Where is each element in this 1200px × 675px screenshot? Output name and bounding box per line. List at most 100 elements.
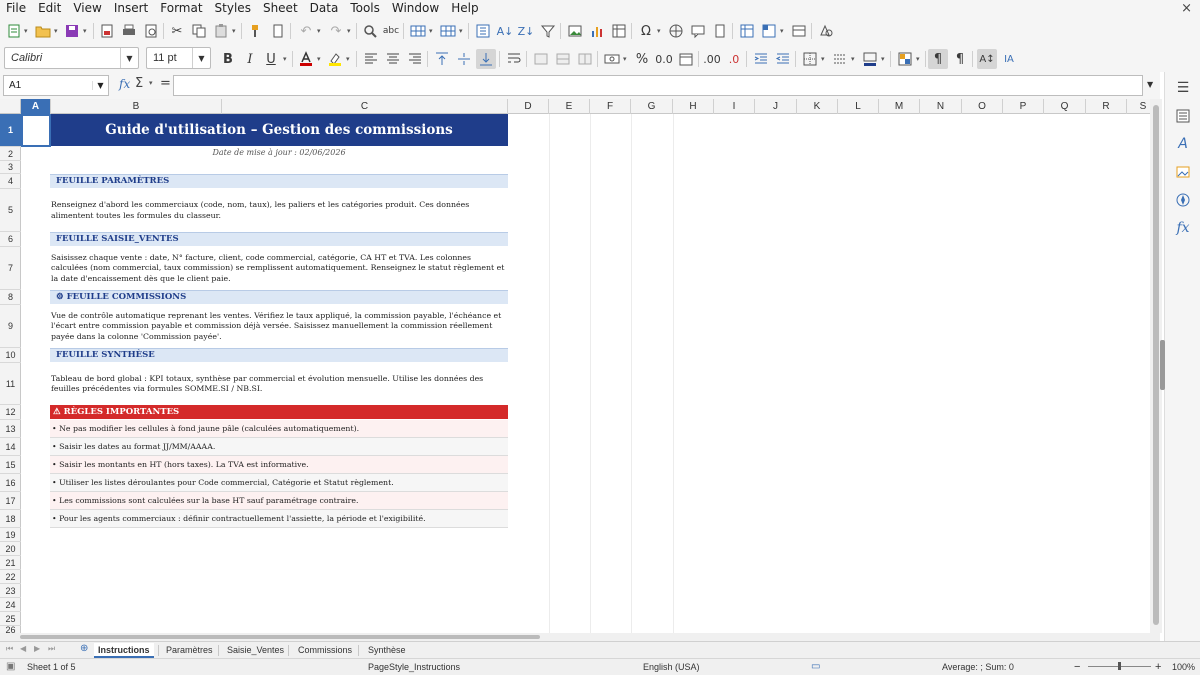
section-header-saisie-ventes[interactable]: FEUILLE SAISIE_VENTES xyxy=(50,232,508,246)
column-header[interactable]: A xyxy=(21,99,51,114)
next-sheet-icon[interactable]: ▶ xyxy=(34,644,40,653)
align-right-icon[interactable] xyxy=(405,49,425,69)
column-header[interactable]: N xyxy=(920,99,962,114)
close-document-icon[interactable]: × xyxy=(1181,0,1192,17)
paste-icon[interactable] xyxy=(211,21,231,41)
column-header[interactable]: H xyxy=(673,99,714,114)
row-header[interactable]: 14 xyxy=(0,438,21,456)
pivot-table-icon[interactable] xyxy=(609,21,629,41)
border-style-dropdown-icon[interactable]: ▾ xyxy=(851,55,855,63)
freeze-dropdown-icon[interactable]: ▾ xyxy=(780,27,784,35)
row-header[interactable]: 9 xyxy=(0,305,21,348)
menu-insert[interactable]: Insert xyxy=(108,0,154,17)
borders-dropdown-icon[interactable]: ▾ xyxy=(821,55,825,63)
row-header[interactable]: 23 xyxy=(0,584,21,598)
split-window-icon[interactable] xyxy=(789,21,809,41)
font-size-combo[interactable]: 11 pt ▼ xyxy=(146,47,211,69)
bold-button[interactable]: B xyxy=(218,49,238,69)
row-header[interactable]: 7 xyxy=(0,247,21,290)
selection-mode-icon[interactable]: ▭ xyxy=(811,659,820,675)
row-header[interactable]: 24 xyxy=(0,598,21,612)
row-header[interactable]: 17 xyxy=(0,492,21,510)
tab-parametres[interactable]: Paramètres xyxy=(162,643,217,658)
border-style-icon[interactable] xyxy=(830,49,850,69)
number-format-icon[interactable]: 0.0 xyxy=(654,49,674,69)
export-pdf-icon[interactable] xyxy=(97,21,117,41)
borders-icon[interactable] xyxy=(800,49,820,69)
section-header-parametres[interactable]: FEUILLE PARAMÈTRES xyxy=(50,174,508,188)
rule-item[interactable]: • Saisir les montants en HT (hors taxes)… xyxy=(50,456,508,474)
align-bottom-icon[interactable] xyxy=(476,49,496,69)
sort-ascending-icon[interactable]: A↓ xyxy=(495,21,515,41)
chevron-down-icon[interactable]: ▼ xyxy=(192,48,210,68)
italic-button[interactable]: I xyxy=(240,49,260,69)
align-center-icon[interactable] xyxy=(383,49,403,69)
spreadsheet-grid[interactable]: A B C D E F G H I J K L M N O P Q R S 1 … xyxy=(0,99,1160,633)
row-dropdown-icon[interactable]: ▾ xyxy=(429,27,433,35)
column-header[interactable]: O xyxy=(962,99,1003,114)
special-character-dropdown-icon[interactable]: ▾ xyxy=(657,27,661,35)
expand-formula-bar-icon[interactable]: ▼ xyxy=(1147,80,1153,89)
menu-view[interactable]: View xyxy=(67,0,107,17)
column-header[interactable]: R xyxy=(1086,99,1127,114)
row-header[interactable]: 21 xyxy=(0,556,21,570)
menu-window[interactable]: Window xyxy=(386,0,445,17)
styles-icon[interactable]: A xyxy=(1173,134,1193,154)
show-draw-functions-icon[interactable] xyxy=(816,21,836,41)
date-format-icon[interactable] xyxy=(676,49,696,69)
conditional-format-dropdown-icon[interactable]: ▾ xyxy=(916,55,920,63)
formula-icon[interactable]: = xyxy=(160,76,171,91)
text-direction-rtl-icon[interactable]: ¶ xyxy=(950,49,970,69)
function-wizard-icon[interactable]: fx xyxy=(119,77,130,91)
row-header[interactable]: 8 xyxy=(0,290,21,305)
menu-sheet[interactable]: Sheet xyxy=(257,0,304,17)
copy-icon[interactable] xyxy=(189,21,209,41)
define-print-area-icon[interactable] xyxy=(737,21,757,41)
open-folder-icon[interactable] xyxy=(33,21,53,41)
menu-tools[interactable]: Tools xyxy=(344,0,386,17)
decrease-indent-icon[interactable] xyxy=(773,49,793,69)
save-dropdown-icon[interactable]: ▾ xyxy=(83,27,87,35)
merge-center-icon[interactable] xyxy=(531,49,551,69)
highlight-dropdown-icon[interactable]: ▾ xyxy=(346,55,350,63)
menu-data[interactable]: Data xyxy=(304,0,345,17)
zoom-in-icon[interactable]: + xyxy=(1155,659,1161,675)
update-date-cell[interactable]: Date de mise à jour : 02/06/2026 xyxy=(50,146,508,160)
add-decimal-button[interactable]: .00 xyxy=(702,49,722,69)
open-dropdown-icon[interactable]: ▾ xyxy=(54,27,58,35)
font-color-dropdown-icon[interactable]: ▾ xyxy=(317,55,321,63)
selection-summary[interactable]: Average: ; Sum: 0 xyxy=(942,659,1014,675)
redo-icon[interactable]: ↷ xyxy=(326,21,346,41)
chevron-down-icon[interactable]: ▼ xyxy=(120,48,138,68)
rules-header-cell[interactable]: ⚠ RÈGLES IMPORTANTES xyxy=(50,405,508,419)
scrollbar-thumb[interactable] xyxy=(1153,105,1159,625)
freeze-rows-columns-icon[interactable] xyxy=(759,21,779,41)
sum-icon[interactable]: Σ xyxy=(135,76,143,91)
column-icon[interactable] xyxy=(438,21,458,41)
previous-sheet-icon[interactable]: ◀ xyxy=(20,644,26,653)
column-header[interactable]: C xyxy=(222,99,508,114)
tab-synthese[interactable]: Synthèse xyxy=(364,643,410,658)
row-header[interactable]: 2 xyxy=(0,147,21,161)
document-modified-icon[interactable]: ▣ xyxy=(6,659,15,675)
section-body-saisie-ventes[interactable]: Saisissez chaque vente : date, N° factur… xyxy=(50,247,508,290)
menu-file[interactable]: File xyxy=(0,0,32,17)
remove-decimal-button[interactable]: .0 xyxy=(724,49,744,69)
rule-item[interactable]: • Ne pas modifier les cellules à fond ja… xyxy=(50,420,508,438)
font-name-combo[interactable]: Calibri ▼ xyxy=(4,47,139,69)
zoom-slider-handle[interactable] xyxy=(1118,662,1121,670)
scrollbar-thumb[interactable] xyxy=(20,635,540,639)
zoom-level[interactable]: 100% xyxy=(1172,659,1195,675)
tab-commissions[interactable]: Commissions xyxy=(294,643,356,658)
column-header[interactable]: P xyxy=(1003,99,1044,114)
save-icon[interactable] xyxy=(62,21,82,41)
row-header[interactable]: 18 xyxy=(0,510,21,528)
section-body-synthese[interactable]: Tableau de bord global : KPI totaux, syn… xyxy=(50,363,508,405)
column-header[interactable]: K xyxy=(797,99,838,114)
row-header[interactable]: 10 xyxy=(0,348,21,363)
column-header[interactable]: G xyxy=(631,99,673,114)
column-header[interactable]: D xyxy=(508,99,549,114)
insert-chart-icon[interactable] xyxy=(587,21,607,41)
text-direction-ltr-icon[interactable]: ¶ xyxy=(928,49,948,69)
align-left-icon[interactable] xyxy=(361,49,381,69)
